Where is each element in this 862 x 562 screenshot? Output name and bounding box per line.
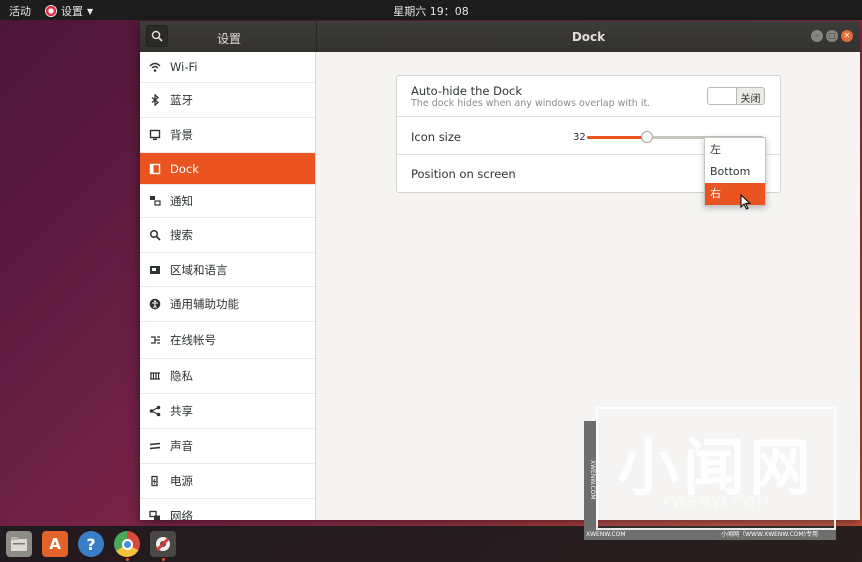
sidebar-item-label: 蓝牙: [170, 93, 193, 107]
sidebar-item-label: 搜索: [170, 228, 193, 242]
position-option-left[interactable]: 左: [705, 139, 765, 161]
window-title: Dock: [571, 30, 606, 44]
bluetooth-icon: [149, 94, 161, 106]
slider-handle[interactable]: [640, 131, 653, 143]
watermark-side-text: XWENW.COM: [584, 421, 596, 539]
sound-icon: [149, 440, 161, 452]
watermark-footer-right: 小闻网（WWW.XWENW.COM)专用: [721, 531, 818, 538]
sidebar-item-label: 共享: [170, 404, 193, 418]
sidebar-item-sharing[interactable]: 共享: [140, 394, 315, 429]
accessibility-icon: [149, 298, 161, 310]
background-icon: [149, 129, 161, 141]
autohide-row: Auto-hide the Dock The dock hides when a…: [397, 76, 780, 117]
position-option-right[interactable]: 右: [705, 183, 765, 205]
top-bar: 活动 设置 ▼ 星期六 19：08: [0, 0, 862, 20]
software-store-icon[interactable]: A: [42, 531, 68, 557]
sidebar-item-sound[interactable]: 声音: [140, 429, 315, 464]
network-icon: [149, 510, 161, 520]
position-option-bottom[interactable]: Bottom: [705, 161, 765, 183]
position-dropdown: 左 Bottom 右: [704, 137, 766, 206]
switch-label: 关闭: [740, 94, 761, 105]
minimize-button[interactable]: –: [811, 30, 823, 42]
watermark-logo-text: 小闻网: [616, 431, 815, 504]
wifi-icon: [149, 61, 161, 73]
sidebar-item-label: 通用辅助功能: [170, 297, 239, 311]
sidebar-item-notifications[interactable]: 通知: [140, 185, 315, 218]
sidebar-item-dock[interactable]: Dock: [140, 153, 315, 185]
sidebar-title: 设置: [217, 32, 242, 46]
icon-size-title: Icon size: [411, 130, 461, 144]
running-indicator: [162, 558, 165, 561]
running-indicator: [126, 558, 129, 561]
settings-icon[interactable]: [150, 531, 176, 557]
sidebar-item-label: 通知: [170, 194, 193, 208]
sidebar-item-accessibility[interactable]: 通用辅助功能: [140, 287, 315, 322]
search-button[interactable]: [146, 25, 168, 47]
maximize-button[interactable]: □: [826, 30, 838, 42]
notification-icon: [149, 195, 161, 207]
sidebar-item-label: Dock: [170, 161, 199, 176]
sidebar-item-label: 背景: [170, 128, 193, 142]
sidebar-item-label: 在线帐号: [170, 333, 216, 347]
sidebar-item-label: Wi-Fi: [170, 60, 198, 74]
position-title: Position on screen: [411, 167, 516, 181]
sidebar-item-network[interactable]: 网络: [140, 499, 315, 520]
share-icon: [149, 405, 161, 417]
sidebar-item-label: 区域和语言: [170, 262, 228, 277]
sidebar-item-region-language[interactable]: 区域和语言: [140, 253, 315, 287]
sidebar-item-online-accounts[interactable]: 在线帐号: [140, 322, 315, 359]
sidebar-item-label: 声音: [170, 439, 193, 453]
sidebar: Wi-Fi 蓝牙 背景 Dock 通知 搜索 区域和语言 通用辅助功能 在线帐号…: [140, 52, 316, 520]
sidebar-item-bluetooth[interactable]: 蓝牙: [140, 83, 315, 118]
autohide-title: Auto-hide the Dock: [411, 84, 522, 98]
sidebar-item-background[interactable]: 背景: [140, 118, 315, 153]
privacy-icon: [149, 370, 161, 382]
autohide-switch[interactable]: 关闭: [707, 87, 765, 105]
watermark: XWENW.COM 小闻网 XWENW.COM XWENW.COM 小闻网（WW…: [584, 407, 836, 540]
search-icon: [151, 30, 163, 42]
sidebar-item-search[interactable]: 搜索: [140, 218, 315, 253]
icon-size-value: 32: [573, 132, 586, 143]
sidebar-item-label: 隐私: [170, 369, 193, 383]
watermark-footer-left: XWENW.COM: [586, 531, 626, 538]
switch-knob: [708, 88, 737, 104]
region-flag-icon: [149, 264, 161, 276]
autohide-subtitle: The dock hides when any windows overlap …: [411, 98, 651, 109]
sidebar-item-wifi[interactable]: Wi-Fi: [140, 52, 315, 83]
window-controls: – □ ✕: [811, 30, 853, 42]
file-manager-icon[interactable]: [6, 531, 32, 557]
search-icon: [149, 229, 161, 241]
chromium-icon[interactable]: [114, 531, 140, 557]
sidebar-item-label: 网络: [170, 509, 193, 520]
clock[interactable]: 星期六 19：08: [0, 3, 862, 19]
title-bar: 设置 Dock – □ ✕: [140, 21, 860, 52]
sidebar-item-privacy[interactable]: 隐私: [140, 359, 315, 394]
help-icon[interactable]: ?: [78, 531, 104, 557]
dock-icon: [149, 163, 161, 175]
watermark-footer: XWENW.COM 小闻网（WWW.XWENW.COM)专用: [584, 530, 836, 540]
sidebar-item-label: 电源: [170, 474, 193, 488]
slider-fill: [587, 136, 647, 139]
sidebar-item-power[interactable]: 电源: [140, 464, 315, 499]
watermark-url: XWENW.COM: [660, 495, 772, 511]
online-accounts-icon: [149, 334, 161, 346]
power-icon: [149, 475, 161, 487]
close-button[interactable]: ✕: [841, 30, 853, 42]
mouse-pointer-icon: [740, 194, 752, 210]
